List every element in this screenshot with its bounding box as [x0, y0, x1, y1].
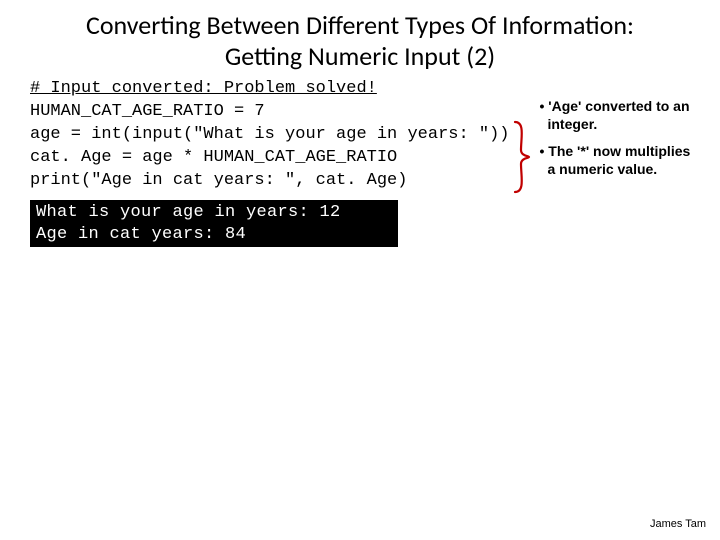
- terminal-output: What is your age in years: 12 Age in cat…: [30, 200, 398, 247]
- notes-column: • 'Age' converted to an integer. • The '…: [533, 98, 700, 188]
- code-line-5: print("Age in cat years: ", cat. Age): [30, 171, 407, 190]
- bullet-1: •: [539, 98, 548, 114]
- note-text-1: 'Age' converted to an integer.: [547, 98, 689, 132]
- code-block: # Input converted: Problem solved! HUMAN…: [30, 78, 509, 193]
- code-column: # Input converted: Problem solved! HUMAN…: [30, 78, 509, 193]
- code-line-2: HUMAN_CAT_AGE_RATIO = 7: [30, 102, 265, 121]
- title-line-1: Converting Between Different Types Of In…: [86, 9, 634, 41]
- code-line-4: cat. Age = age * HUMAN_CAT_AGE_RATIO: [30, 148, 397, 167]
- code-line-1: # Input converted: Problem solved!: [30, 79, 377, 98]
- bullet-2: •: [539, 143, 548, 159]
- brace-column: [513, 120, 533, 194]
- title-line-2: Getting Numeric Input (2): [225, 40, 495, 72]
- note-item-2: • The '*' now multiplies a numeric value…: [539, 143, 700, 178]
- slide-title: Converting Between Different Types Of In…: [0, 0, 720, 78]
- footer-author: James Tam: [650, 518, 706, 530]
- terminal-line-2: Age in cat years: 84: [36, 224, 392, 245]
- note-item-1: • 'Age' converted to an integer.: [539, 98, 700, 133]
- curly-brace-icon: [513, 120, 531, 194]
- terminal-line-1: What is your age in years: 12: [36, 202, 392, 223]
- code-line-3: age = int(input("What is your age in yea…: [30, 125, 509, 144]
- note-text-2: The '*' now multiplies a numeric value.: [547, 143, 690, 177]
- content-row: # Input converted: Problem solved! HUMAN…: [0, 78, 720, 194]
